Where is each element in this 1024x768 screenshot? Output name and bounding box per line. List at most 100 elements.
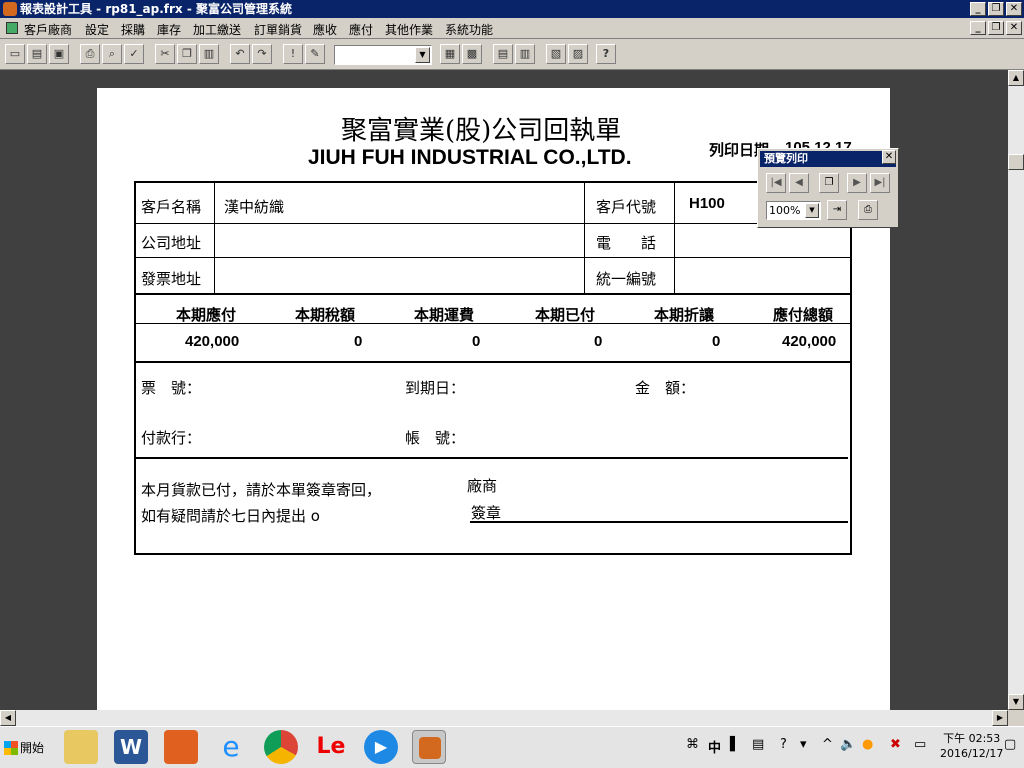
invoice-address-label: 發票地址 (141, 270, 202, 288)
title-bar: 報表設計工具 - rp81_ap.frx - 聚富公司管理系統 _ ❐ ✕ (0, 0, 1024, 18)
menu-orders-sales[interactable]: 訂單銷貨 (254, 21, 302, 38)
ime-toggle-icon[interactable]: ⌘ (686, 737, 699, 752)
volume-icon[interactable]: 🔈 (840, 737, 856, 752)
summary-header-freight: 本期運費 (414, 306, 475, 324)
windows-logo-icon (4, 741, 18, 755)
form-icon[interactable]: ▦ (440, 44, 460, 64)
mdi-restore-button[interactable]: ❐ (988, 21, 1004, 35)
mdi-minimize-button[interactable]: _ (970, 21, 986, 35)
taskbar: 開始 W e Le ▶ ⌘ 中 ▌ ▤ ? ▾ ^ 🔈 ● ✖ ▭ 下午 02:… (0, 726, 1024, 768)
tax-id-label: 統一編號 (596, 270, 657, 288)
scroll-thumb[interactable] (1008, 154, 1024, 170)
exclamation-icon[interactable]: ! (283, 44, 303, 64)
summary-header-discount: 本期折讓 (654, 306, 715, 324)
note-line-2: 如有疑問請於七日內提出 o (141, 507, 320, 525)
menu-settings[interactable]: 設定 (85, 21, 109, 38)
chevron-down-icon[interactable]: ▼ (805, 203, 819, 218)
scroll-right-icon[interactable]: ▶ (992, 710, 1008, 726)
preview-toolbar-title: 預覽列印 (760, 151, 896, 167)
menu-inventory[interactable]: 庫存 (157, 21, 181, 38)
object-combo[interactable]: ▼ (334, 45, 432, 65)
media-player-icon[interactable] (164, 730, 198, 764)
network-alert-icon[interactable]: ✖ (890, 737, 901, 752)
next-page-icon[interactable]: ▶ (847, 173, 867, 193)
amount-label: 金 額： (635, 379, 696, 397)
customer-name-label: 客戶名稱 (141, 198, 202, 216)
save-icon[interactable]: ▣ (49, 44, 69, 64)
customer-code-label: 客戶代號 (596, 198, 657, 216)
ime-dropdown-icon[interactable]: ▾ (800, 737, 807, 752)
close-button[interactable]: ✕ (1006, 2, 1022, 16)
signature-line (470, 521, 848, 523)
report-icon[interactable]: ▨ (568, 44, 588, 64)
account-label: 帳 號： (405, 429, 466, 447)
menu-customers[interactable]: 客戶廠商 (24, 21, 72, 38)
grid-icon[interactable]: ▩ (462, 44, 482, 64)
open-icon[interactable]: ▤ (27, 44, 47, 64)
cut-icon[interactable]: ✂ (155, 44, 175, 64)
exit-preview-icon[interactable]: ⇥ (827, 200, 847, 220)
edit-icon[interactable]: ✎ (305, 44, 325, 64)
first-page-icon[interactable]: |◀ (766, 173, 786, 193)
fox-app-taskbar-icon[interactable] (412, 730, 446, 764)
print-preview-icon[interactable]: ⌕ (102, 44, 122, 64)
bank-label: 付款行： (141, 429, 202, 447)
restore-button[interactable]: ❐ (988, 2, 1004, 16)
ime-width-icon[interactable]: ▌ (730, 737, 740, 752)
undo-icon[interactable]: ↶ (230, 44, 250, 64)
video-player-icon[interactable]: ▶ (364, 730, 398, 764)
menu-system[interactable]: 系統功能 (445, 21, 493, 38)
database-icon[interactable]: ▥ (515, 44, 535, 64)
new-icon[interactable]: ▭ (5, 44, 25, 64)
zoom-select[interactable]: 100% ▼ (766, 201, 821, 220)
clock[interactable]: 下午 02:53 2016/12/17 (940, 731, 1003, 761)
start-button[interactable]: 開始 (2, 735, 50, 761)
mdi-close-button[interactable]: ✕ (1006, 21, 1022, 35)
zoom-value: 100% (769, 204, 801, 217)
previous-page-icon[interactable]: ◀ (789, 173, 809, 193)
go-to-page-icon[interactable]: ❐ (819, 173, 839, 193)
antivirus-icon[interactable]: ● (862, 737, 873, 752)
help-icon[interactable]: ? (780, 737, 787, 752)
print-icon[interactable]: ⎙ (858, 200, 878, 220)
horizontal-scrollbar[interactable]: ◀ ▶ (0, 710, 1008, 726)
last-page-icon[interactable]: ▶| (870, 173, 890, 193)
chrome-icon[interactable] (264, 730, 298, 764)
word-icon[interactable]: W (114, 730, 148, 764)
summary-header-total: 應付總額 (773, 306, 834, 324)
ime-settings-icon[interactable]: ▤ (752, 737, 764, 752)
display-icon[interactable]: ▭ (914, 737, 926, 752)
ticket-no-label: 票 號： (141, 379, 202, 397)
summary-value-paid: 0 (594, 333, 603, 350)
show-hidden-icons[interactable]: ^ (822, 737, 833, 752)
copy-icon[interactable]: ❐ (177, 44, 197, 64)
menu-payables[interactable]: 應付 (349, 21, 373, 38)
close-icon[interactable]: ✕ (882, 150, 896, 164)
file-explorer-icon[interactable] (64, 730, 98, 764)
chevron-down-icon[interactable]: ▼ (415, 47, 430, 63)
scroll-down-icon[interactable]: ▼ (1008, 694, 1024, 710)
menu-purchasing[interactable]: 採購 (121, 21, 145, 38)
vertical-scrollbar[interactable]: ▲ ▼ (1008, 70, 1024, 710)
scroll-left-icon[interactable]: ◀ (0, 710, 16, 726)
scroll-up-icon[interactable]: ▲ (1008, 70, 1024, 86)
clock-time: 下午 02:53 (943, 732, 1001, 745)
spellcheck-icon[interactable]: ✓ (124, 44, 144, 64)
toolbar: ▭ ▤ ▣ ⎙ ⌕ ✓ ✂ ❐ ▥ ↶ ↷ ! ✎ ▼ ▦ ▩ ▤ ▥ ▧ ▨ … (0, 40, 1024, 70)
menu-processing[interactable]: 加工繳送 (193, 21, 241, 38)
table-icon[interactable]: ▤ (493, 44, 513, 64)
notifications-icon[interactable]: ▢ (1004, 737, 1016, 752)
redo-icon[interactable]: ↷ (252, 44, 272, 64)
properties-icon[interactable]: ▧ (546, 44, 566, 64)
letv-icon[interactable]: Le (314, 730, 348, 764)
menu-other[interactable]: 其他作業 (385, 21, 433, 38)
print-icon[interactable]: ⎙ (80, 44, 100, 64)
ime-mode[interactable]: 中 (708, 737, 721, 756)
minimize-button[interactable]: _ (970, 2, 986, 16)
internet-explorer-icon[interactable]: e (214, 730, 248, 764)
menu-receivables[interactable]: 應收 (313, 21, 337, 38)
fox-app-icon (3, 2, 17, 16)
help-icon[interactable]: ? (596, 44, 616, 64)
paste-icon[interactable]: ▥ (199, 44, 219, 64)
window-title: 報表設計工具 - rp81_ap.frx - 聚富公司管理系統 (20, 2, 293, 16)
